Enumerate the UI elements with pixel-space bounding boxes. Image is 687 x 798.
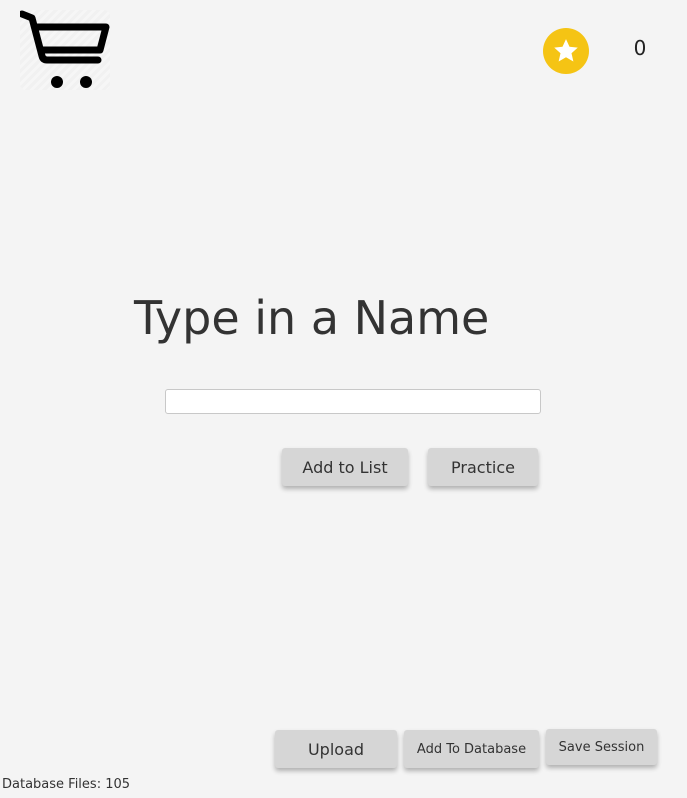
score-counter: 0 (633, 36, 647, 60)
star-badge[interactable] (543, 28, 589, 74)
page-title: Type in a Name (134, 291, 490, 345)
save-session-button[interactable]: Save Session (546, 729, 657, 765)
star-icon (554, 39, 578, 62)
cart-button[interactable] (20, 10, 110, 90)
add-to-list-button[interactable]: Add to List (282, 448, 408, 486)
add-to-database-button[interactable]: Add To Database (404, 730, 539, 768)
database-files-status: Database Files: 105 (2, 777, 131, 792)
upload-button[interactable]: Upload (275, 730, 397, 768)
practice-button[interactable]: Practice (428, 448, 538, 486)
shopping-cart-icon (20, 10, 110, 88)
name-input[interactable] (165, 389, 541, 414)
